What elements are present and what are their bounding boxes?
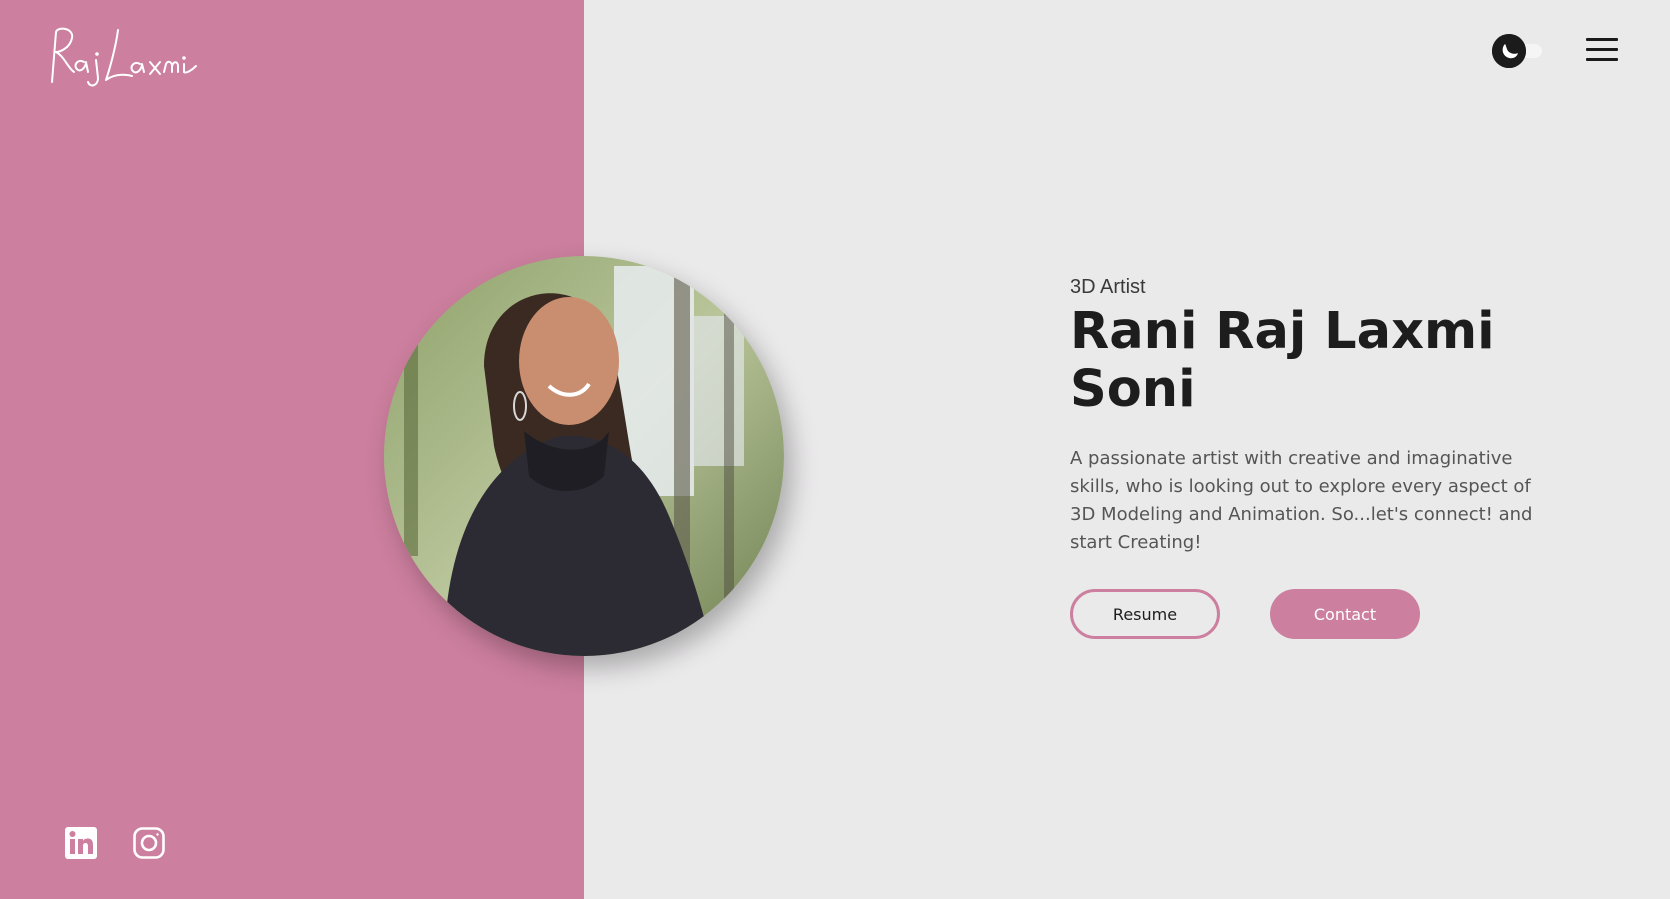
hero-name: Rani Raj Laxmi Soni <box>1070 303 1590 419</box>
linkedin-icon[interactable] <box>64 826 98 860</box>
hero-name-line-1: Rani Raj Laxmi <box>1070 302 1495 361</box>
contact-button[interactable]: Contact <box>1270 589 1420 639</box>
hero-buttons: Resume Contact <box>1070 589 1590 639</box>
social-links <box>64 826 166 860</box>
hamburger-menu-icon[interactable] <box>1586 38 1618 62</box>
moon-icon <box>1492 34 1526 68</box>
hero-description: A passionate artist with creative and im… <box>1070 448 1533 553</box>
profile-photo <box>384 256 784 656</box>
resume-button[interactable]: Resume <box>1070 589 1220 639</box>
hero-section: 3D Artist Rani Raj Laxmi Soni A passiona… <box>1070 276 1590 639</box>
page: 3D Artist Rani Raj Laxmi Soni A passiona… <box>0 0 1670 899</box>
theme-toggle[interactable] <box>1492 34 1548 68</box>
logo[interactable] <box>44 22 200 90</box>
instagram-icon[interactable] <box>132 826 166 860</box>
hero-subtitle: 3D Artist <box>1070 276 1146 298</box>
hero-name-line-2: Soni <box>1070 360 1196 419</box>
